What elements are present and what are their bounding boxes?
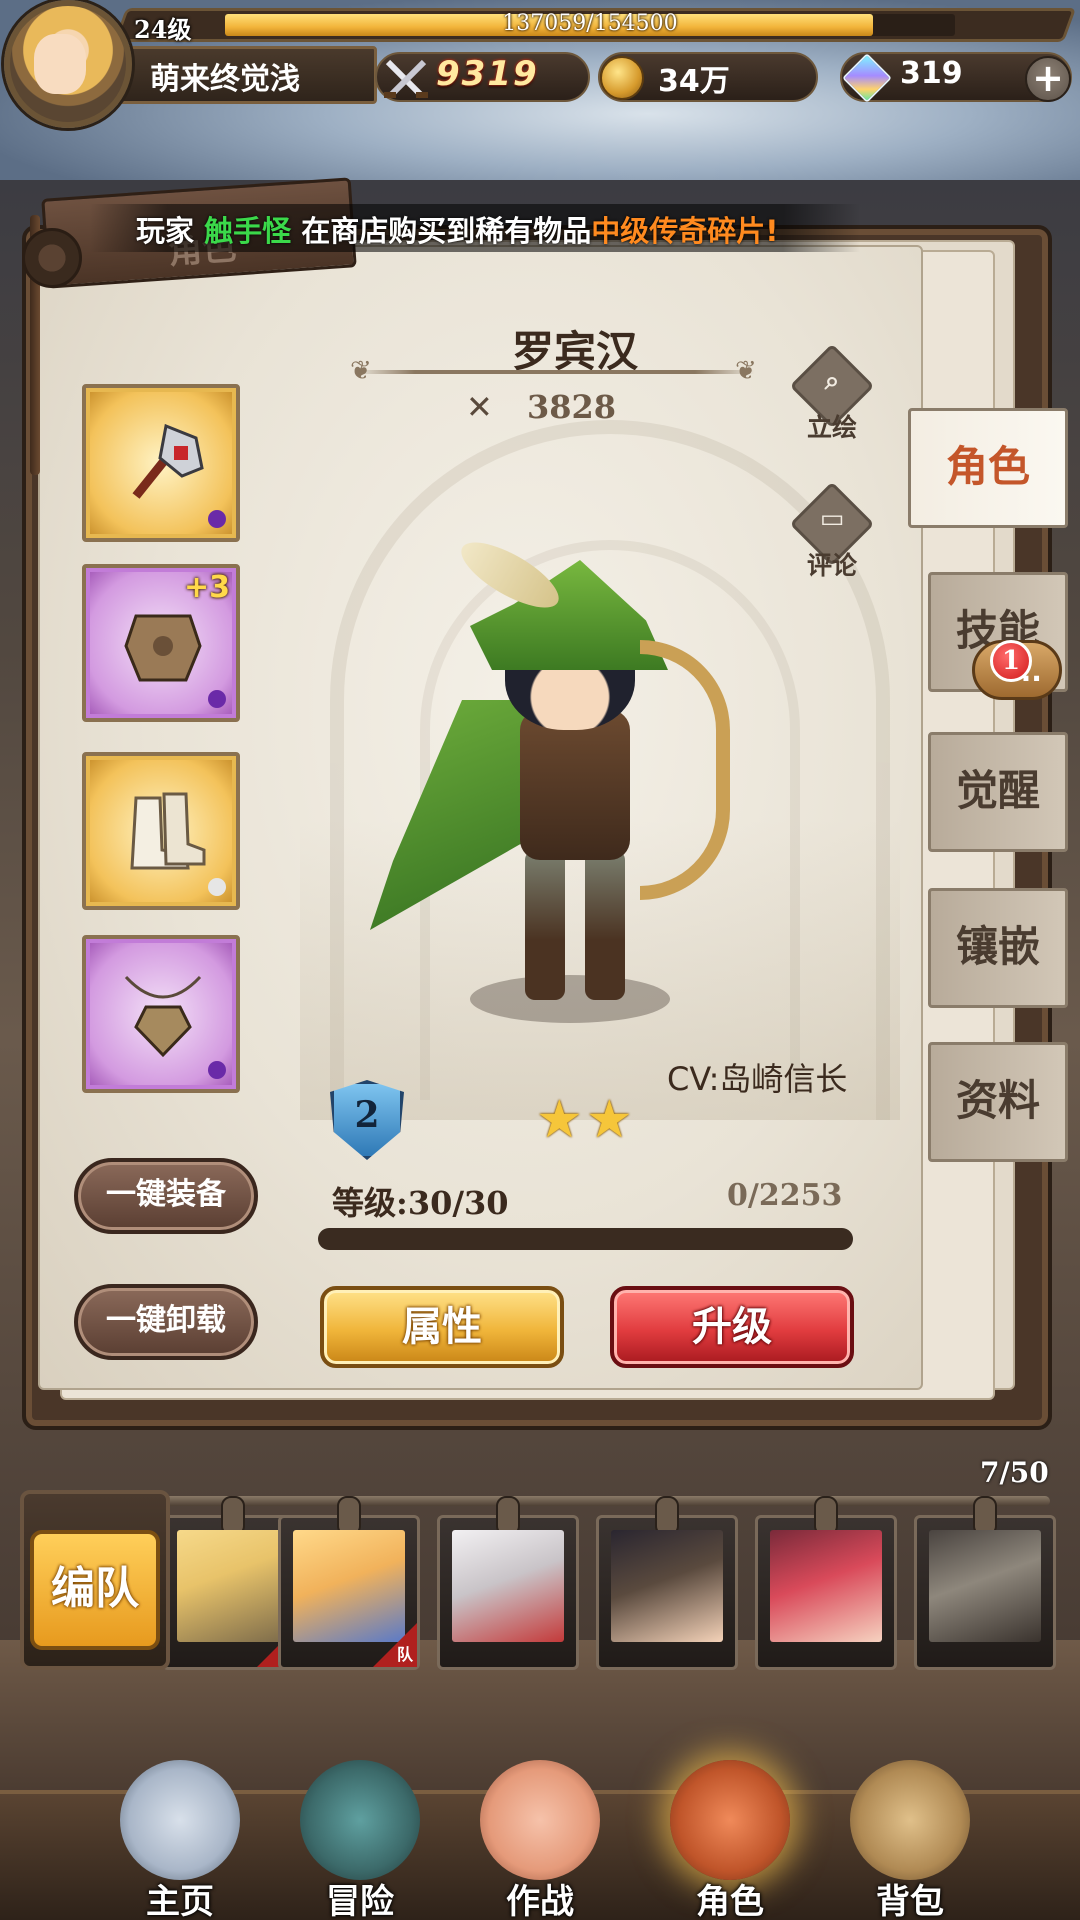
voice-actor-label: CV:岛崎信长	[667, 1060, 848, 1098]
tab-awaken[interactable]: 觉醒	[928, 732, 1068, 852]
hero-card[interactable]	[596, 1496, 738, 1670]
mace-icon	[132, 423, 204, 499]
avatar-face	[34, 34, 86, 94]
enhance-level: +3	[184, 570, 231, 605]
divider-ornament-right: ❦	[735, 356, 757, 386]
amulet-icon	[124, 975, 202, 1058]
character-book-icon	[670, 1760, 790, 1880]
star-icon: ★	[586, 1090, 633, 1150]
portrait-label: 立绘	[806, 413, 857, 442]
announcement-prefix: 玩家	[136, 214, 195, 248]
battle-icon	[480, 1760, 600, 1880]
unequip-all-button[interactable]: 一键卸载	[74, 1284, 258, 1360]
formation-button[interactable]: 编队	[30, 1530, 160, 1650]
name-divider	[355, 370, 755, 374]
comment-label: 评论	[806, 551, 857, 580]
player-level: 24级	[134, 15, 192, 44]
hero-portrait	[770, 1530, 882, 1642]
nav-home[interactable]: 主页	[100, 1760, 260, 1920]
speech-bubble-icon: ▭	[819, 504, 845, 534]
rank-number: 2	[354, 1094, 380, 1136]
hero-portrait	[929, 1530, 1041, 1642]
backpack-icon	[850, 1760, 970, 1880]
hero-card[interactable]: 队	[278, 1496, 420, 1670]
armor-icon	[124, 614, 202, 682]
hero-card[interactable]	[914, 1496, 1056, 1670]
hero-card[interactable]	[437, 1496, 579, 1670]
nav-battle[interactable]: 作战	[460, 1760, 620, 1920]
boots-icon	[130, 792, 206, 870]
tab-character[interactable]: 角色	[908, 408, 1068, 528]
nav-label: 背包	[876, 1882, 944, 1920]
character-body	[520, 710, 630, 860]
home-icon	[120, 1760, 240, 1880]
divider-ornament-left: ❦	[350, 356, 372, 386]
tab-inlay[interactable]: 镶嵌	[928, 888, 1068, 1008]
character-leg-left	[525, 850, 565, 1000]
tab-profile[interactable]: 资料	[928, 1042, 1068, 1162]
rarity-dot	[208, 510, 226, 528]
gold-value: 34万	[658, 64, 730, 99]
rarity-dot	[208, 690, 226, 708]
exp-text: 0/2253	[727, 1178, 843, 1213]
announcement-text: 玩家 触手怪 在商店购买到稀有物品中级传奇碎片!	[136, 208, 779, 250]
hero-portrait	[611, 1530, 723, 1642]
gold-coin-icon	[600, 56, 644, 100]
player-name: 萌来终觉浅	[150, 62, 300, 97]
magnifier-icon: ⌕	[824, 366, 840, 396]
nav-label: 主页	[146, 1882, 214, 1920]
roster-count: 7/50	[980, 1456, 1049, 1489]
hero-power: 3828	[527, 388, 617, 426]
announcement-player: 触手怪	[204, 214, 292, 248]
nav-backpack[interactable]: 背包	[830, 1760, 990, 1920]
equip-slot-boots[interactable]	[82, 752, 240, 910]
character-shadow	[470, 975, 670, 1023]
equip-slot-weapon[interactable]	[82, 384, 240, 542]
ribbon-knot	[22, 228, 82, 288]
equip-slot-accessory[interactable]	[82, 935, 240, 1093]
add-gems-button[interactable]: +	[1025, 56, 1071, 102]
nav-label: 角色	[696, 1882, 764, 1920]
hero-portrait	[452, 1530, 564, 1642]
rarity-dot	[208, 1061, 226, 1079]
announcement-middle: 在商店购买到稀有物品	[301, 214, 592, 248]
rarity-dot	[208, 878, 226, 896]
roster-rail	[120, 1496, 1050, 1506]
gem-value: 319	[900, 56, 963, 91]
star-icon: ★	[536, 1090, 583, 1150]
hero-power-icon: ✕	[466, 388, 493, 426]
skills-notification-badge: 1	[990, 640, 1032, 682]
xp-text: 137059/154500	[502, 11, 678, 36]
attributes-button[interactable]: 属性	[320, 1286, 564, 1368]
upgrade-button[interactable]: 升级	[610, 1286, 854, 1368]
character-leg-right	[585, 850, 625, 1000]
nav-adventure[interactable]: 冒险	[280, 1760, 440, 1920]
nav-label: 冒险	[326, 1882, 394, 1920]
equip-all-button[interactable]: 一键装备	[74, 1158, 258, 1234]
level-text: 等级:30/30	[332, 1184, 509, 1222]
adventure-icon	[300, 1760, 420, 1880]
level-progress-bar	[318, 1228, 853, 1250]
hero-portrait	[293, 1530, 405, 1642]
crossed-swords-icon	[382, 56, 428, 100]
equip-slot-armor[interactable]: +3	[82, 564, 240, 722]
top-hud: 137059/154500 24级 萌来终觉浅 9319 34万 319 +	[0, 0, 1080, 130]
nav-label: 作战	[506, 1882, 574, 1920]
power-value: 9319	[436, 54, 539, 94]
nav-character[interactable]: 角色	[650, 1760, 810, 1920]
hero-portrait	[177, 1530, 289, 1642]
announcement-item: 中级传奇碎片!	[591, 214, 779, 248]
hero-card[interactable]	[755, 1496, 897, 1670]
